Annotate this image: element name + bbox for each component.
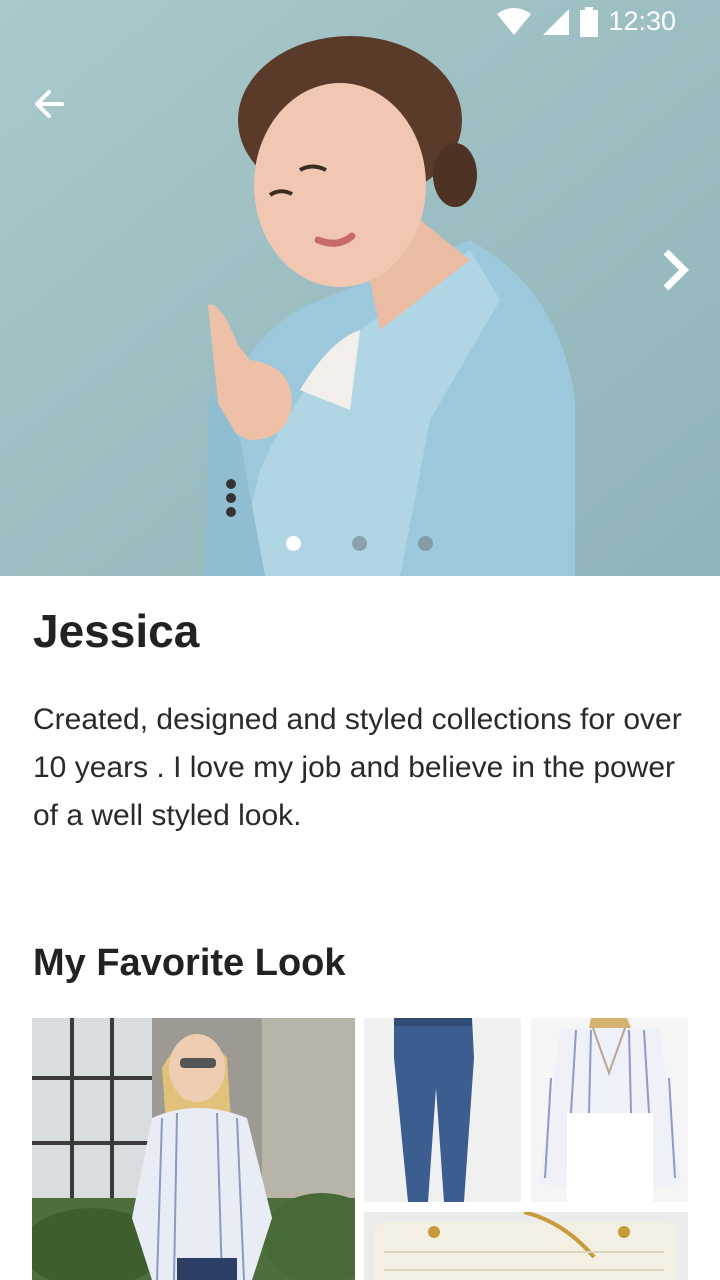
outfit-photo[interactable] <box>32 1018 355 1280</box>
jeans-photo[interactable] <box>364 1018 521 1202</box>
carousel-dot[interactable] <box>352 536 367 551</box>
carousel-dot-active[interactable] <box>286 536 301 551</box>
carousel-dot[interactable] <box>418 536 433 551</box>
profile-bio: Created, designed and styled collections… <box>33 703 682 832</box>
cellular-signal-icon <box>543 8 570 35</box>
outfit-image <box>32 1018 355 1280</box>
profile-name: Jessica <box>33 605 200 657</box>
back-button[interactable] <box>26 80 74 128</box>
striped-blouse-photo[interactable] <box>531 1018 688 1202</box>
arrow-left-icon <box>35 90 64 118</box>
status-time: 12:30 <box>608 6 676 36</box>
jeans-image <box>364 1018 521 1202</box>
stylist-portrait-image <box>0 0 720 576</box>
hero-photo: 12:30 <box>0 0 720 576</box>
carousel-indicator <box>280 536 440 552</box>
blouse-image <box>531 1018 688 1202</box>
status-bar: 12:30 <box>0 0 720 50</box>
next-photo-button[interactable] <box>650 244 698 296</box>
battery-icon <box>580 6 599 37</box>
wifi-icon <box>497 7 532 35</box>
bag-image <box>364 1212 688 1280</box>
chevron-right-icon <box>663 249 689 291</box>
favorite-look-title: My Favorite Look <box>33 942 346 984</box>
quilted-bag-photo[interactable] <box>364 1212 688 1280</box>
